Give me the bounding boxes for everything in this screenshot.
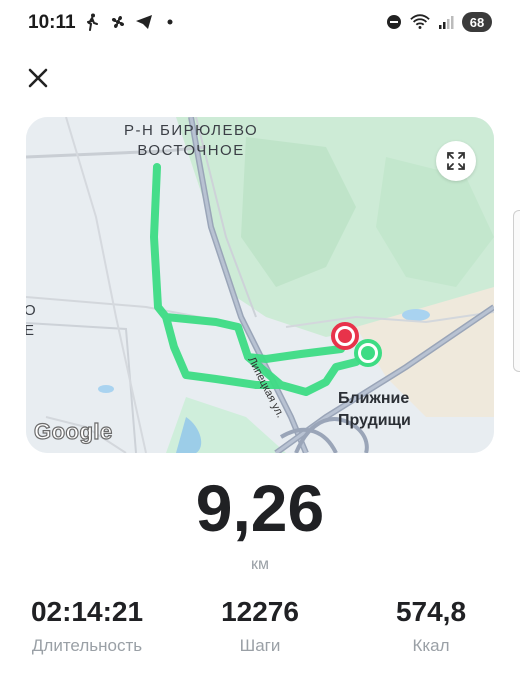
dot-icon <box>160 12 180 32</box>
calories-value: 574,8 <box>395 596 467 627</box>
place-label: Ближние Прудищи <box>338 390 411 429</box>
expand-map-button[interactable] <box>436 141 476 181</box>
send-icon <box>134 12 154 32</box>
walk-icon <box>82 12 102 32</box>
google-logo: Google <box>33 418 113 444</box>
map-canvas <box>26 117 494 453</box>
close-icon <box>28 68 48 88</box>
route-map[interactable]: Р-Н БИРЮЛЕВО ВОСТОЧНОЕ О Е Липецкая ул. … <box>26 117 494 453</box>
wifi-icon <box>410 12 430 32</box>
side-edge-handle[interactable] <box>513 210 520 372</box>
steps-label: Шаги <box>239 636 281 655</box>
status-right-icons: 68 <box>384 12 492 32</box>
stat-duration: 02:14:21 Длительность <box>20 594 154 656</box>
stats-row: 02:14:21 Длительность 12276 Шаги 574,8 К… <box>0 594 520 664</box>
status-bar: 10:11 68 <box>0 0 520 46</box>
dnd-icon <box>384 12 404 32</box>
close-button[interactable] <box>22 62 54 94</box>
status-time: 10:11 <box>28 12 76 33</box>
status-left-icons <box>82 12 180 32</box>
battery-indicator: 68 <box>462 12 492 32</box>
expand-icon <box>447 152 465 170</box>
distance-unit: км <box>251 556 269 573</box>
calories-label: Ккал <box>412 636 450 655</box>
steps-value: 12276 <box>221 596 299 627</box>
stat-calories: 574,8 Ккал <box>376 594 486 656</box>
duration-value: 02:14:21 <box>30 596 144 627</box>
edge-label: О Е <box>26 302 36 339</box>
district-label: Р-Н БИРЮЛЕВО ВОСТОЧНОЕ <box>124 122 259 159</box>
signal-icon <box>436 12 456 32</box>
distance-value: 9,26 <box>195 471 325 545</box>
stat-steps: 12276 Шаги <box>196 594 324 656</box>
duration-label: Длительность <box>31 636 143 655</box>
fan-icon <box>108 12 128 32</box>
